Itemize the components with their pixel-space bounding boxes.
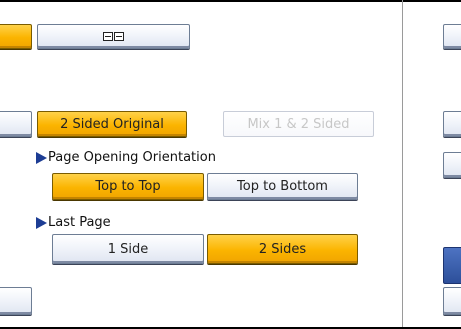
section-arrow-icon [36,216,47,229]
top-to-bottom-label: Top to Bottom [237,179,328,194]
original-orientation-button[interactable] [37,24,190,49]
book-original-icon [103,32,124,41]
right-panel-blue-button[interactable] [443,247,461,284]
two-sides-label: 2 Sides [258,241,307,257]
two-sided-original-label: 2 Sided Original [60,116,164,132]
top-to-bottom-button[interactable]: Top to Bottom [207,173,358,200]
right-panel-button-2[interactable] [443,111,461,137]
one-side-label: 1 Side [107,241,149,257]
right-panel-button-3[interactable] [443,152,461,178]
panel-divider [402,0,403,329]
page-opening-heading-text: Page Opening Orientation [48,150,216,165]
last-page-heading: Last Page [36,215,111,230]
last-page-heading-text: Last Page [48,215,111,230]
top-to-top-label: Top to Top [95,179,161,194]
top-to-top-button[interactable]: Top to Top [52,173,204,200]
mix-sided-button: Mix 1 & 2 Sided [223,111,374,137]
section-arrow-icon [36,151,47,164]
two-sided-original-button[interactable]: 2 Sided Original [37,111,187,137]
two-sides-button[interactable]: 2 Sides [207,234,358,264]
right-panel-button-4[interactable] [443,287,461,315]
left-edge-selected-button[interactable] [0,24,32,49]
bottom-left-button[interactable] [0,287,32,315]
one-side-button[interactable]: 1 Side [52,234,204,264]
page-opening-heading: Page Opening Orientation [36,150,216,165]
right-panel-button-1[interactable] [443,24,461,49]
mix-sided-label: Mix 1 & 2 Sided [247,116,350,132]
left-edge-button[interactable] [0,111,32,137]
top-border [0,0,461,2]
